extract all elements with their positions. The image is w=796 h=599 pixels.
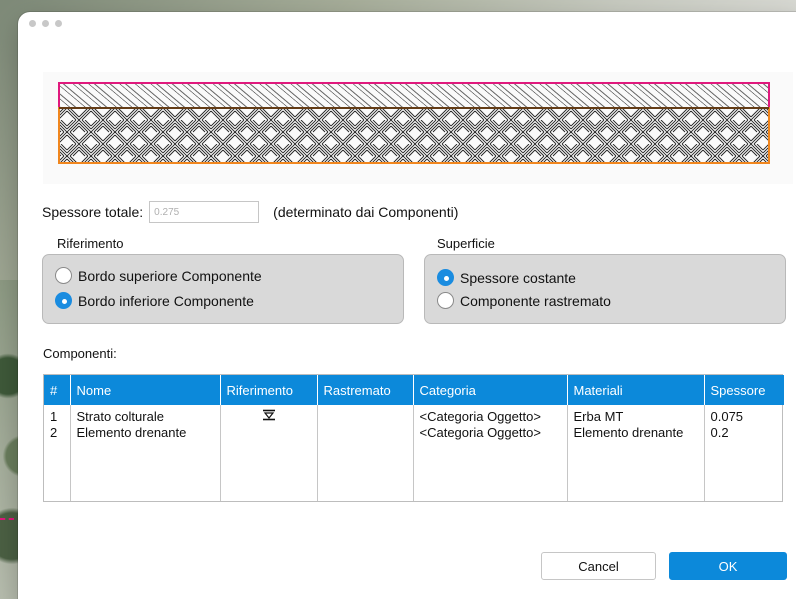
ok-button[interactable]: OK: [669, 552, 787, 580]
total-thickness-note: (determinato dai Componenti): [273, 204, 459, 220]
table-header-row: # Nome Riferimento Rastremato Categoria …: [44, 375, 784, 405]
minimize-window-button[interactable]: [42, 20, 49, 27]
window-controls: [29, 20, 62, 27]
column-header-reference[interactable]: Riferimento: [220, 375, 318, 405]
table-row-2-index[interactable]: 2: [50, 425, 64, 441]
table-row-2-thickness[interactable]: 0.2: [711, 425, 779, 441]
cell-thickness: 0.075 0.2: [704, 405, 784, 501]
components-title: Componenti:: [43, 346, 117, 361]
column-header-category[interactable]: Categoria: [413, 375, 568, 405]
components-table: # Nome Riferimento Rastremato Categoria …: [43, 374, 784, 502]
radio-surface-tapered[interactable]: Componente rastremato: [437, 292, 611, 309]
radio-label: Bordo superiore Componente: [78, 267, 262, 284]
column-header-material[interactable]: Materiali: [567, 375, 705, 405]
cell-material: Erba MT Elemento drenante: [567, 405, 705, 501]
background-line: [0, 518, 14, 526]
cell-reference: [220, 405, 318, 501]
radio-button[interactable]: [55, 267, 72, 284]
radio-button[interactable]: [437, 292, 454, 309]
layer-top-preview: [58, 82, 770, 109]
radio-label: Bordo inferiore Componente: [78, 292, 254, 309]
column-header-tapered[interactable]: Rastremato: [317, 375, 414, 405]
table-row-2-name[interactable]: Elemento drenante: [77, 425, 214, 441]
table-row-1-category[interactable]: <Categoria Oggetto>: [420, 409, 561, 425]
zoom-window-button[interactable]: [55, 20, 62, 27]
radio-reference-bottom[interactable]: Bordo inferiore Componente: [55, 292, 254, 309]
table-row-2-category[interactable]: <Categoria Oggetto>: [420, 425, 561, 441]
layer-preview: [43, 72, 793, 184]
radio-reference-top[interactable]: Bordo superiore Componente: [55, 267, 262, 284]
table-body: 1 2 Strato colturale Elemento drenante <…: [44, 405, 784, 501]
reference-top-icon[interactable]: [227, 409, 311, 425]
table-row-1-index[interactable]: 1: [50, 409, 64, 425]
radio-button[interactable]: [437, 269, 454, 286]
radio-surface-constant[interactable]: Spessore costante: [437, 269, 576, 286]
cell-category: <Categoria Oggetto> <Categoria Oggetto>: [413, 405, 568, 501]
column-header-name[interactable]: Nome: [70, 375, 221, 405]
reference-group-title: Riferimento: [57, 236, 124, 251]
cancel-button[interactable]: Cancel: [541, 552, 656, 580]
cell-tapered: [317, 405, 414, 501]
total-thickness-input[interactable]: [149, 201, 260, 223]
surface-group-title: Superficie: [437, 236, 495, 251]
table-row-1-thickness[interactable]: 0.075: [711, 409, 779, 425]
radio-label: Componente rastremato: [460, 292, 611, 309]
reference-groupbox: Bordo superiore Componente Bordo inferio…: [42, 254, 404, 324]
cell-name: Strato colturale Elemento drenante: [70, 405, 221, 501]
dialog-window: Spessore totale: (determinato dai Compon…: [18, 12, 796, 599]
table-row-1-name[interactable]: Strato colturale: [77, 409, 214, 425]
column-header-thickness[interactable]: Spessore: [704, 375, 784, 405]
total-thickness-label: Spessore totale:: [42, 204, 144, 220]
layer-bottom-preview: [58, 107, 770, 164]
radio-button[interactable]: [55, 292, 72, 309]
surface-groupbox: Spessore costante Componente rastremato: [424, 254, 786, 324]
total-thickness-row: Spessore totale: (determinato dai Compon…: [42, 200, 458, 224]
cell-index: 1 2: [44, 405, 71, 501]
column-header-index[interactable]: #: [44, 375, 71, 405]
close-window-button[interactable]: [29, 20, 36, 27]
table-row-1-material[interactable]: Erba MT: [574, 409, 698, 425]
radio-label: Spessore costante: [460, 269, 576, 286]
table-row-2-material[interactable]: Elemento drenante: [574, 425, 698, 441]
